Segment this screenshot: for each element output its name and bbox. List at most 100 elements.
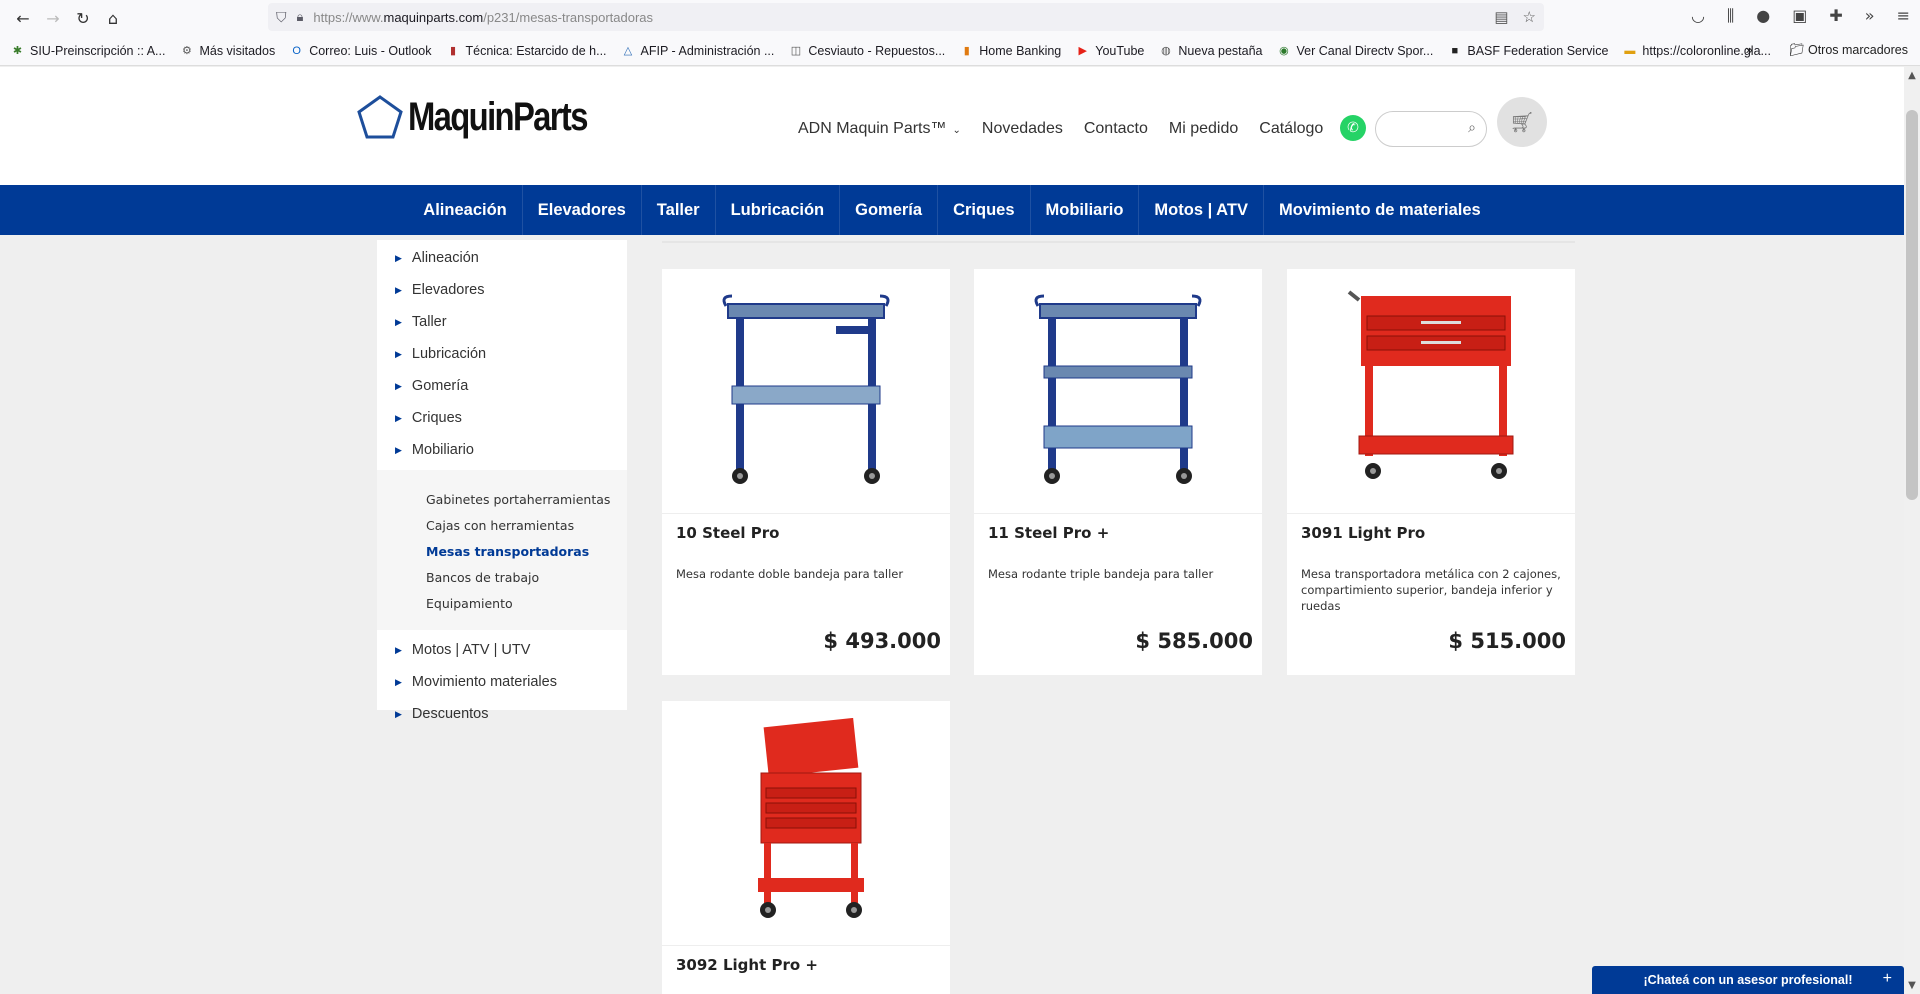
product-name[interactable]: 3092 Light Pro + xyxy=(676,956,818,974)
bookmark-label: Correo: Luis - Outlook xyxy=(309,43,432,58)
product-price: $ 585.000 xyxy=(1135,629,1253,653)
sidebar-item[interactable]: ▶ Descuentos xyxy=(377,698,627,730)
scroll-up-icon[interactable]: ▲ xyxy=(1906,70,1918,81)
pocket-icon[interactable]: ◡ xyxy=(1691,6,1705,26)
sidebar-item-label: Movimiento materiales xyxy=(411,674,557,690)
category-link[interactable]: Elevadores xyxy=(523,185,642,235)
bookmark-item[interactable]: ▮ Home Banking xyxy=(959,43,1062,58)
caret-right-icon: ▶ xyxy=(395,252,402,263)
product-image[interactable] xyxy=(662,701,950,946)
sidebar-item-label: Gomería xyxy=(411,378,469,394)
triangle-icon: △ xyxy=(623,45,633,57)
cart-button[interactable]: 🛒︎ xyxy=(1497,97,1547,147)
bookmark-label: Nueva pestaña xyxy=(1178,43,1263,58)
product-card[interactable]: 3092 Light Pro + xyxy=(662,701,950,994)
back-icon[interactable]: ← xyxy=(8,3,38,33)
caret-right-icon: ▶ xyxy=(395,284,402,295)
submenu-item[interactable]: Equipamiento xyxy=(377,590,627,616)
top-menu-item[interactable]: Catálogo xyxy=(1259,120,1323,138)
address-bar[interactable]: ⛉ 🔒︎ https://www.maquinparts.com/p231/me… xyxy=(268,3,1544,31)
bookmark-item[interactable]: △ AFIP - Administración ... xyxy=(621,43,775,58)
top-menu-item[interactable]: Novedades xyxy=(982,120,1063,138)
bookmark-item[interactable]: ◉ Ver Canal Directv Spor... xyxy=(1276,43,1433,58)
bookmark-item[interactable]: ◍ Nueva pestaña xyxy=(1158,43,1262,58)
product-price: $ 515.000 xyxy=(1448,629,1566,653)
logo-text: MaquinParts xyxy=(408,94,588,139)
extensions-icon[interactable]: ✚ xyxy=(1829,6,1842,26)
bookmark-item[interactable]: ✱ SIU-Preinscripción :: A... xyxy=(10,43,166,58)
bookmark-star-icon[interactable]: ☆ xyxy=(1523,8,1536,26)
sidebar-item-label: Elevadores xyxy=(411,282,485,298)
sidebar-item[interactable]: ▶ Motos | ATV | UTV xyxy=(377,634,627,666)
screenshot-icon[interactable]: ▣ xyxy=(1792,6,1807,26)
category-link[interactable]: Gomería xyxy=(840,185,939,235)
category-link[interactable]: Mobiliario xyxy=(1031,185,1140,235)
sidebar-item[interactable]: ▶ Movimiento materiales xyxy=(377,666,627,698)
reload-icon[interactable]: ↻ xyxy=(68,3,98,33)
category-link[interactable]: Lubricación xyxy=(716,185,841,235)
top-menu-label: Catálogo xyxy=(1259,120,1324,137)
lock-icon[interactable]: 🔒︎ xyxy=(297,9,304,25)
sidebar-item[interactable]: ▶ Criques xyxy=(377,402,627,434)
search-icon[interactable]: ⌕ xyxy=(1468,120,1476,136)
sidebar-item-label: Taller xyxy=(411,314,447,330)
sidebar-item[interactable]: ▶ Taller xyxy=(377,306,627,338)
category-link[interactable]: Taller xyxy=(642,185,716,235)
whatsapp-icon[interactable]: ✆ xyxy=(1340,115,1366,141)
search-input[interactable] xyxy=(1388,112,1468,146)
bookmark-item[interactable]: O Correo: Luis - Outlook xyxy=(289,43,431,58)
overflow-icon[interactable]: » xyxy=(1865,6,1875,26)
bookmark-item[interactable]: ⚙ Más visitados xyxy=(179,43,275,58)
library-icon[interactable]: ⫼ xyxy=(1727,6,1734,26)
forward-icon[interactable]: → xyxy=(38,3,68,33)
account-icon[interactable]: ● xyxy=(1756,6,1770,26)
chat-widget[interactable]: ¡Chateá con un asesor profesional! + xyxy=(1592,966,1904,994)
product-name[interactable]: 3091 Light Pro xyxy=(1301,524,1425,542)
sidebar-item[interactable]: ▶ Alineación xyxy=(377,242,627,274)
product-image[interactable] xyxy=(974,269,1262,514)
sidebar-item[interactable]: ▶ Mobiliario xyxy=(377,434,627,466)
product-card[interactable]: 3091 Light Pro Mesa transportadora metáli… xyxy=(1287,269,1575,675)
sidebar-item[interactable]: ▶ Lubricación xyxy=(377,338,627,370)
bookmark-item[interactable]: ■ BASF Federation Service xyxy=(1447,43,1609,58)
category-link[interactable]: Criques xyxy=(938,185,1031,235)
search-box[interactable]: ⌕ xyxy=(1375,111,1487,147)
product-card[interactable]: 11 Steel Pro + Mesa rodante triple bandej… xyxy=(974,269,1262,675)
category-link[interactable]: Motos | ATV xyxy=(1139,185,1264,235)
submenu-item[interactable]: Cajas con herramientas xyxy=(377,512,627,538)
sidebar-item-label: Mobiliario xyxy=(411,442,474,458)
sidebar-item[interactable]: ▶ Elevadores xyxy=(377,274,627,306)
reader-view-icon[interactable]: ▤ xyxy=(1494,8,1508,26)
caret-right-icon: ▶ xyxy=(395,676,402,687)
chat-plus-icon[interactable]: + xyxy=(1883,970,1892,988)
home-icon[interactable]: ⌂ xyxy=(98,3,128,33)
top-menu-item[interactable]: Mi pedido xyxy=(1169,120,1238,138)
menu-icon[interactable]: ≡ xyxy=(1897,6,1910,26)
bookmarks-overflow-icon[interactable]: » xyxy=(1746,43,1753,58)
product-image[interactable] xyxy=(1287,269,1575,514)
product-name[interactable]: 10 Steel Pro xyxy=(676,524,779,542)
product-name[interactable]: 11 Steel Pro + xyxy=(988,524,1109,542)
sidebar-item-label: Alineación xyxy=(411,250,479,266)
product-image-drawing xyxy=(1034,294,1202,484)
category-link[interactable]: Movimiento de materiales xyxy=(1264,185,1496,235)
product-image[interactable] xyxy=(662,269,950,514)
top-menu-item[interactable]: Contacto xyxy=(1084,120,1148,138)
top-menu-item[interactable]: ADN Maquin Parts™ ⌄ xyxy=(798,120,961,138)
site-logo[interactable]: MaquinParts xyxy=(356,94,626,140)
scroll-down-icon[interactable]: ▼ xyxy=(1906,980,1918,991)
tracking-shield-icon[interactable]: ⛉ xyxy=(276,9,287,26)
submenu-item[interactable]: Gabinetes portaherramientas xyxy=(377,486,627,512)
scrollbar-thumb[interactable] xyxy=(1906,110,1918,500)
other-bookmarks-folder[interactable]: 📁︎ Otros marcadores xyxy=(1789,43,1908,58)
sidebar-item[interactable]: ▶ Gomería xyxy=(377,370,627,402)
bookmark-item[interactable]: ▶ YouTube xyxy=(1075,43,1145,58)
category-link[interactable]: Alineación xyxy=(408,185,523,235)
submenu-item[interactable]: Mesas transportadoras xyxy=(377,538,627,564)
pentagon-logo-icon xyxy=(357,95,403,139)
bookmark-item[interactable]: ▮ Técnica: Estarcido de h... xyxy=(445,43,607,58)
bookmark-item[interactable]: ◫ Cesviauto - Repuestos... xyxy=(788,43,946,58)
sidebar: ▶ Alineación ▶ Elevadores ▶ Taller ▶ Lubricació… xyxy=(377,240,627,722)
product-card[interactable]: 10 Steel Pro Mesa rodante doble bandeja p… xyxy=(662,269,950,675)
submenu-item[interactable]: Bancos de trabajo xyxy=(377,564,627,590)
